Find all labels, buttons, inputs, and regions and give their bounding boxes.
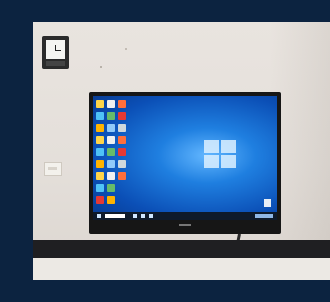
desktop-shortcut-icon	[118, 112, 126, 120]
desktop-shortcut-icon	[118, 124, 126, 132]
bezel-logo	[179, 224, 191, 226]
desktop-shortcut-icon	[96, 124, 104, 132]
desktop-shortcut-icon	[118, 136, 126, 144]
wall-pin	[125, 48, 127, 50]
switch-icon	[44, 162, 62, 176]
monitor	[89, 92, 281, 234]
clock-base	[46, 61, 65, 66]
desktop-shortcut-icon	[96, 100, 104, 108]
desktop-shortcut-icon	[118, 172, 126, 180]
taskbar-app-icon	[141, 214, 145, 218]
wall-pin	[100, 66, 102, 68]
desktop-shortcut-icon	[107, 160, 115, 168]
photo-frame	[0, 0, 330, 302]
desktop-shortcut-icon	[107, 196, 115, 204]
desktop-shortcut-icon	[107, 136, 115, 144]
taskbar-app-icon	[149, 214, 153, 218]
clock-hand	[55, 50, 61, 51]
taskbar-app-icon	[133, 214, 137, 218]
desktop-shortcut-icon	[107, 112, 115, 120]
desktop-shortcut-icon	[96, 148, 104, 156]
desktop-shortcut-icon	[96, 172, 104, 180]
desktop-screen	[93, 96, 277, 220]
desktop-icon-grid	[96, 100, 156, 204]
desktop-file-icon	[264, 199, 271, 207]
search-box	[105, 214, 125, 218]
desktop-shortcut-icon	[118, 148, 126, 156]
baseboard	[33, 240, 330, 258]
desktop-shortcut-icon	[118, 100, 126, 108]
desktop-shortcut-icon	[118, 160, 126, 168]
start-icon	[97, 214, 101, 218]
wall-clock	[42, 36, 69, 69]
switch-detail	[48, 167, 57, 170]
desktop-shortcut-icon	[96, 136, 104, 144]
desktop-shortcut-icon	[107, 172, 115, 180]
desktop-shortcut-icon	[107, 148, 115, 156]
taskbar	[93, 212, 277, 220]
windows-logo-icon	[204, 140, 238, 170]
desktop-shortcut-icon	[107, 184, 115, 192]
desktop-shortcut-icon	[96, 184, 104, 192]
desktop-shortcut-icon	[96, 160, 104, 168]
desktop-shortcut-icon	[107, 100, 115, 108]
floor	[33, 258, 330, 280]
desktop-shortcut-icon	[107, 124, 115, 132]
clock-icon	[46, 40, 65, 59]
system-tray	[255, 214, 273, 218]
desktop-shortcut-icon	[96, 112, 104, 120]
room-photo	[33, 22, 330, 280]
desktop-shortcut-icon	[96, 196, 104, 204]
